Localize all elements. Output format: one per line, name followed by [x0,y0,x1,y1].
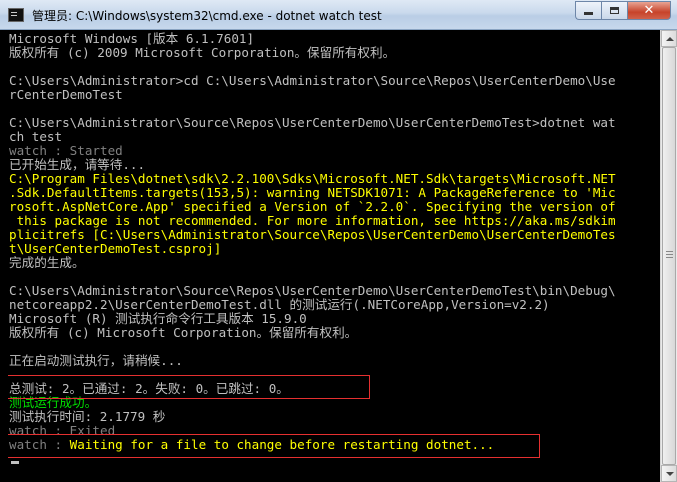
console-line: 版权所有 (c) Microsoft Corporation。保留所有权利。 [9,325,358,340]
console-line: rCenterDemoTest [9,87,123,102]
test-summary-highlight [8,375,370,399]
console-line: .Sdk.DefaultItems.targets(153,5): warnin… [9,185,616,200]
arrow-down-icon [666,472,674,476]
console-line: this package is not recommended. For mor… [9,213,616,228]
window-title: 管理员: C:\Windows\system32\cmd.exe - dotne… [32,9,382,23]
cmd-app-icon[interactable] [8,8,24,22]
arrow-up-icon [666,37,674,41]
console-output[interactable]: watch : Waiting for a file to change bef… [8,30,660,482]
caption-buttons: ✕ [575,1,671,21]
console-line: watch : Started [9,143,123,158]
vertical-scrollbar[interactable] [660,30,677,482]
console-line: 版权所有 (c) 2009 Microsoft Corporation。保留所有… [9,45,396,60]
watch-waiting-highlight [8,434,540,458]
console-line: C:\Users\Administrator>cd C:\Users\Admin… [9,73,616,88]
console-line: C:\Users\Administrator\Source\Repos\User… [9,115,616,130]
minimize-button[interactable] [575,1,601,20]
close-button[interactable]: ✕ [627,1,671,20]
thumb-grip-icon [666,251,673,252]
console-line: plicitrefs [C:\Users\Administrator\Sourc… [9,227,616,242]
console-line: Microsoft (R) 测试执行命令行工具版本 15.9.0 [9,311,307,326]
maximize-button[interactable] [601,1,627,20]
scroll-thumb[interactable] [662,47,676,465]
thumb-grip-icon [666,257,673,258]
console-line: 正在启动测试执行，请稍候... [9,353,183,368]
maximize-icon [610,7,619,14]
scroll-up-button[interactable] [661,30,677,47]
text-cursor [11,461,19,464]
close-icon: ✕ [643,3,655,18]
console-line: Microsoft Windows [版本 6.1.7601] [9,31,255,46]
console-line: 已开始生成，请等待... [9,157,146,172]
scroll-down-button[interactable] [661,465,677,482]
console-line: netcoreapp2.2\UserCenterDemoTest.dll 的测试… [9,297,550,312]
minimize-icon [584,12,593,15]
title-bar[interactable]: 管理员: C:\Windows\system32\cmd.exe - dotne… [0,0,677,30]
console-line: rosoft.AspNetCore.App' specified a Versi… [9,199,616,214]
console-line: t\UserCenterDemoTest.csproj] [9,241,222,256]
cmd-window: 管理员: C:\Windows\system32\cmd.exe - dotne… [0,0,677,482]
thumb-grip-icon [666,254,673,255]
console-line: C:\Program Files\dotnet\sdk\2.2.100\Sdks… [9,171,616,186]
console-line: 测试执行时间: 2.1779 秒 [9,409,166,424]
console-line: C:\Users\Administrator\Source\Repos\User… [9,283,616,298]
console-line: 完成的生成。 [9,255,85,270]
console-line: ch test [9,129,63,144]
